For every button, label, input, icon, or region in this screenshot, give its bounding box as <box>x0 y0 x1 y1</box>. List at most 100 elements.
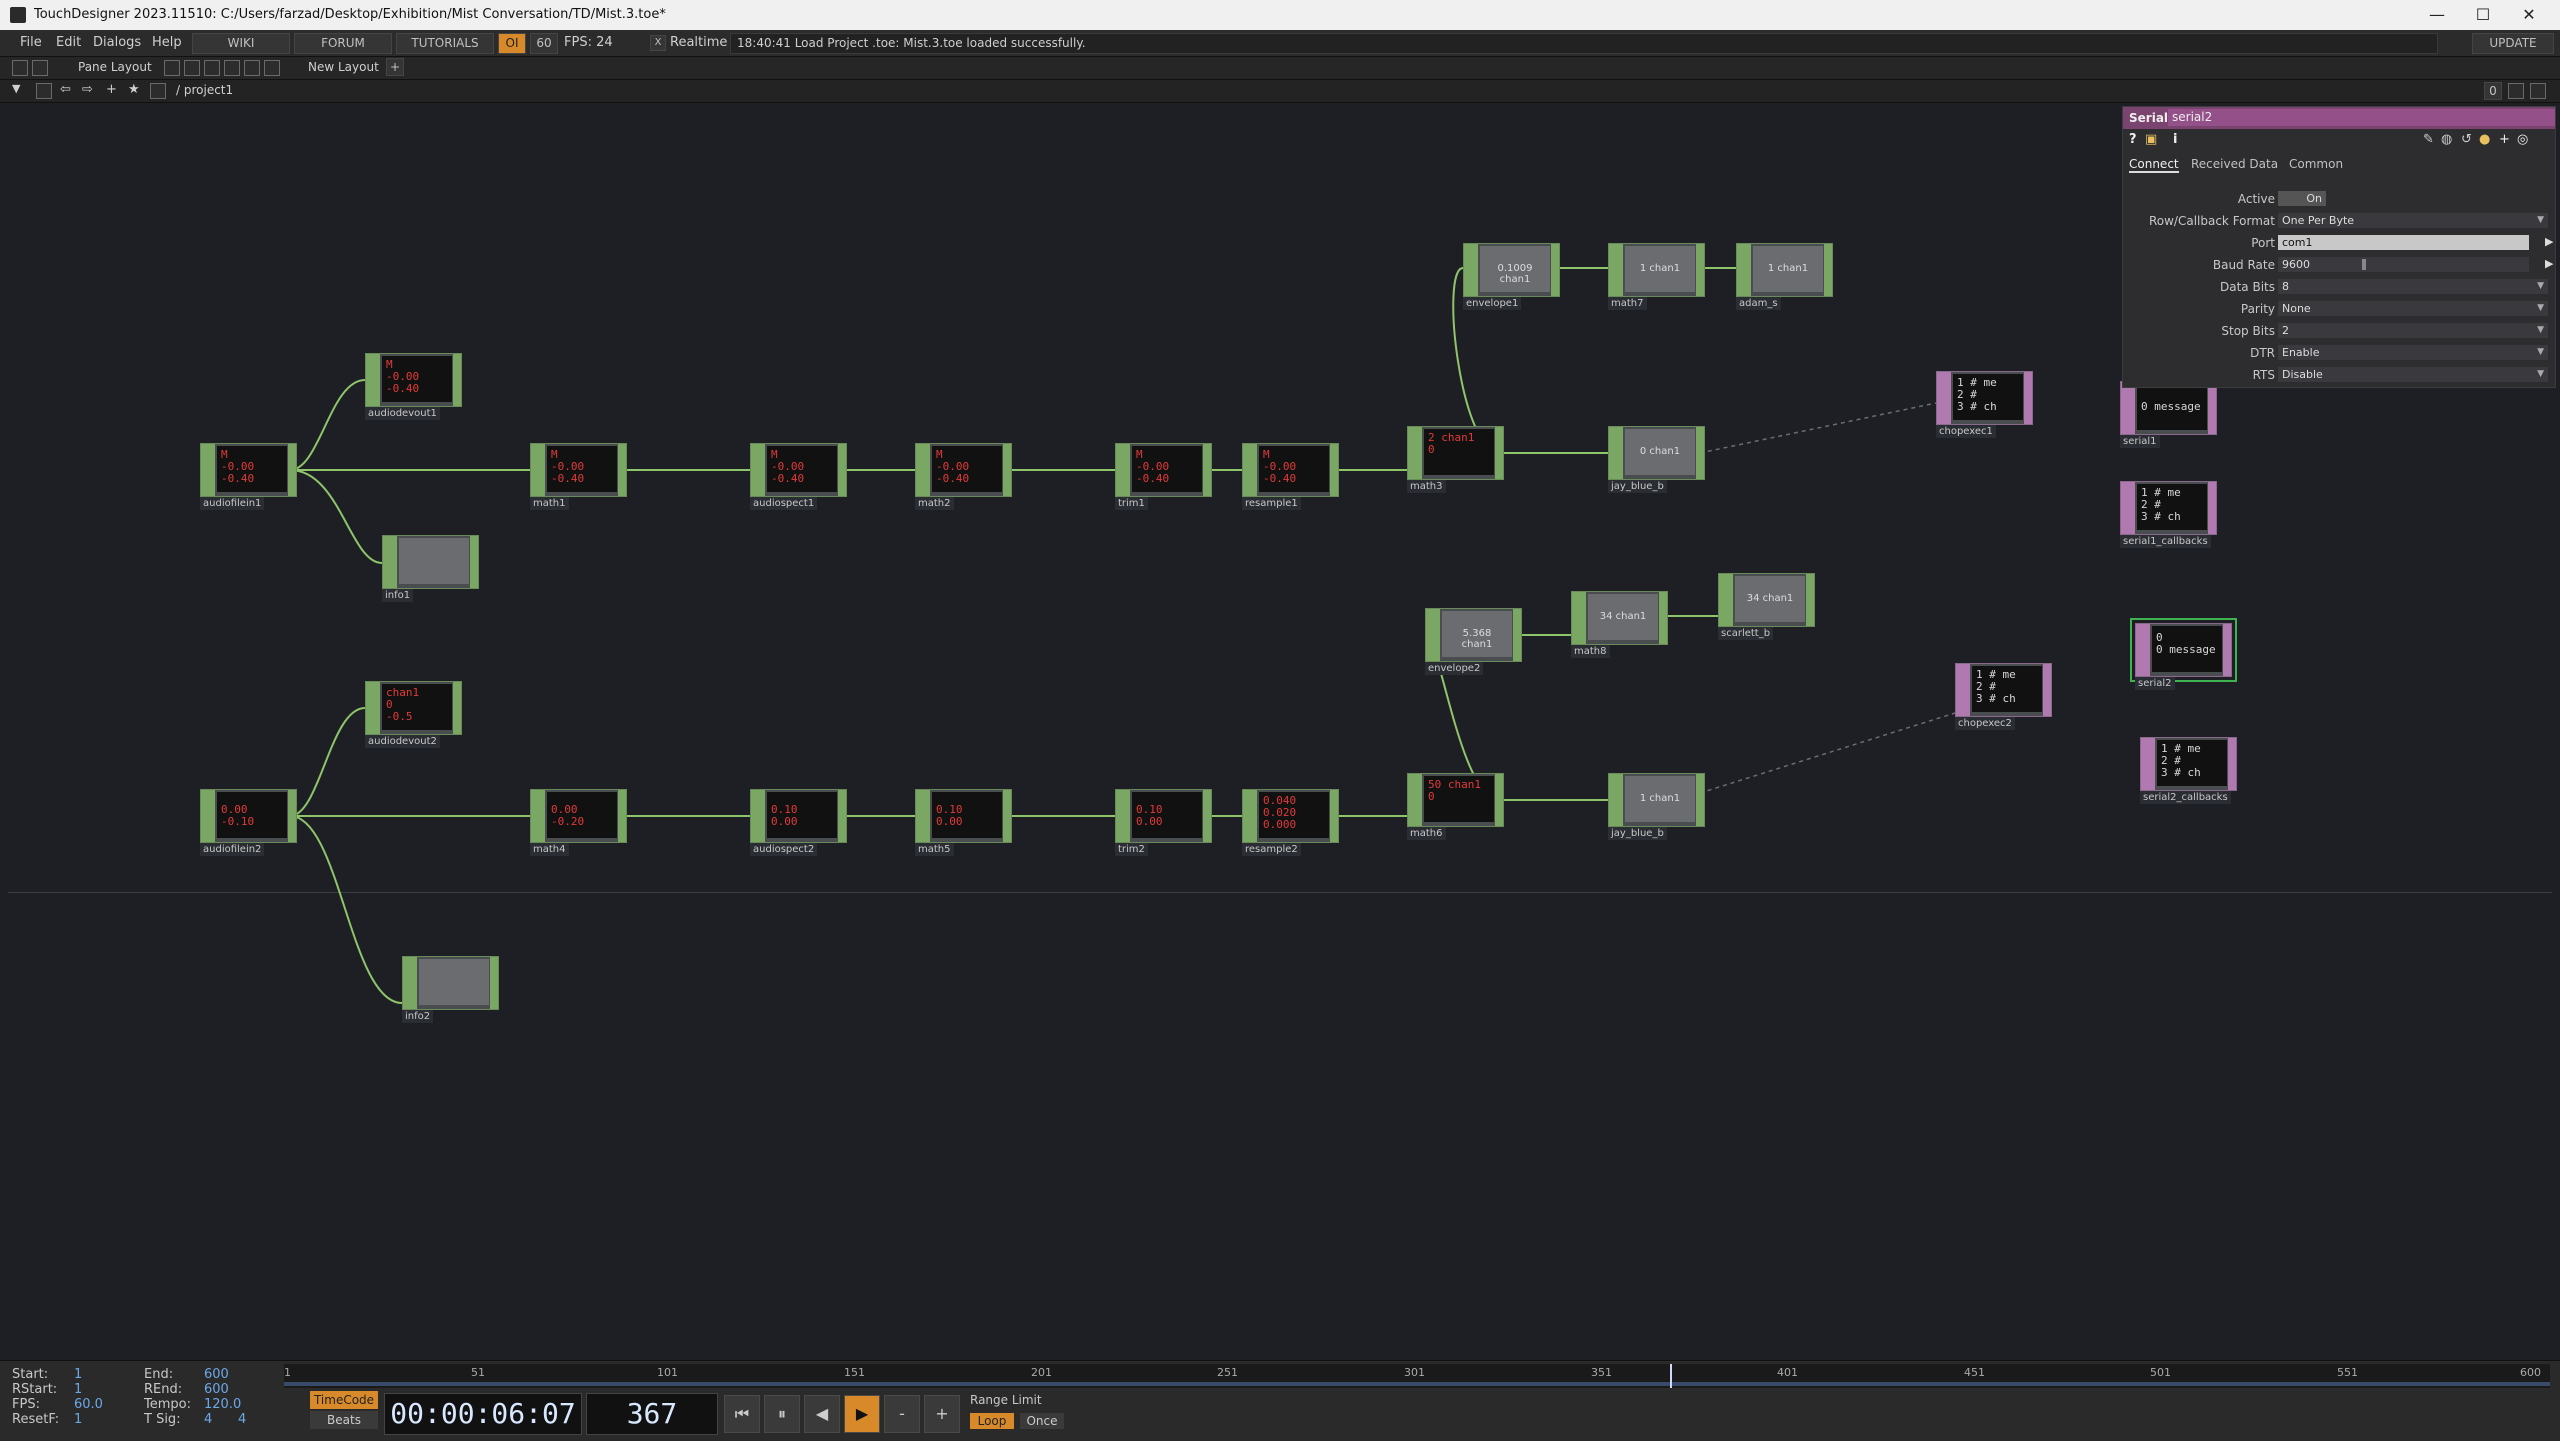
parent-icon[interactable] <box>150 83 166 99</box>
new-layout-button[interactable]: New Layout <box>308 60 379 74</box>
timeline-tick: 301 <box>1404 1366 1425 1379</box>
menu-edit[interactable]: Edit <box>56 35 81 50</box>
realtime-checkbox[interactable]: X <box>650 35 666 51</box>
layout-lock-icon[interactable] <box>32 60 48 76</box>
menu-help[interactable]: Help <box>152 35 182 50</box>
frame-display[interactable]: 367 <box>586 1393 718 1435</box>
baud-slider-handle[interactable] <box>2362 259 2366 270</box>
param-label: Row/Callback Format <box>2148 214 2275 228</box>
comment-icon[interactable]: ◍ <box>2441 132 2452 147</box>
layout-grid-icon[interactable] <box>264 60 280 76</box>
pane-expand-icon[interactable] <box>2530 83 2546 99</box>
parity-menu[interactable]: None ▼ <box>2278 301 2548 316</box>
timecode-button[interactable]: TimeCode <box>310 1391 378 1409</box>
minimize-button[interactable]: — <box>2414 3 2460 27</box>
fps-value[interactable]: 60.0 <box>74 1397 103 1412</box>
timeline-range <box>284 1382 2550 1386</box>
back-icon[interactable]: ⇦ <box>60 82 71 97</box>
play-button[interactable]: ▶ <box>844 1395 880 1433</box>
help-icon[interactable]: ? <box>2129 132 2137 147</box>
node-viewer-text: 5.368 chan1 <box>1461 628 1493 650</box>
tempo-value[interactable]: 120.0 <box>204 1397 241 1412</box>
layout-split-h-icon[interactable] <box>204 60 220 76</box>
color-icon[interactable]: ● <box>2479 132 2490 147</box>
star-icon[interactable]: ★ <box>128 82 140 97</box>
node-label: serial2 <box>2135 677 2175 690</box>
step-plus-button[interactable]: + <box>924 1395 960 1433</box>
pane-maximize-icon[interactable] <box>2508 83 2524 99</box>
tutorials-button[interactable]: TUTORIALS <box>396 33 494 54</box>
update-button[interactable]: UPDATE <box>2472 33 2554 54</box>
data-bits-menu[interactable]: 8 ▼ <box>2278 279 2548 294</box>
baud-arrow-icon[interactable]: ▶ <box>2545 257 2553 270</box>
dtr-menu[interactable]: Enable ▼ <box>2278 345 2548 360</box>
node-label: resample2 <box>1242 843 1301 856</box>
home-icon[interactable]: + <box>106 82 117 97</box>
node-label: info2 <box>402 1010 434 1023</box>
node-label: adam_s <box>1736 297 1781 310</box>
rstart-value[interactable]: 1 <box>74 1382 82 1397</box>
node-viewer-text: 0.10 0.00 <box>771 803 798 828</box>
maximize-button[interactable]: ☐ <box>2460 3 2506 27</box>
edit-icon[interactable]: ✎ <box>2423 132 2434 147</box>
timeline-ruler[interactable]: 1 51 101 151 201 251 301 351 401 451 501 551 600 <box>284 1364 2550 1388</box>
reset-icon[interactable]: ↺ <box>2461 132 2472 147</box>
python-help-icon[interactable]: ▣ <box>2145 132 2157 147</box>
start-value[interactable]: 1 <box>74 1367 82 1382</box>
node-viewer-text: 0 chan1 <box>1639 446 1681 457</box>
timeline-tick: 151 <box>844 1366 865 1379</box>
timecode-display[interactable]: 00:00:06:07 <box>384 1393 582 1435</box>
beats-button[interactable]: Beats <box>310 1411 378 1429</box>
stop-icon[interactable] <box>36 83 52 99</box>
pane-menu-icon[interactable]: ▼ <box>12 82 20 95</box>
pause-button[interactable]: ⏸ <box>764 1395 800 1433</box>
end-value[interactable]: 600 <box>204 1367 229 1382</box>
add-param-icon[interactable]: + <box>2499 132 2510 147</box>
layout-split-v-icon[interactable] <box>184 60 200 76</box>
forward-icon[interactable]: ⇨ <box>82 82 93 97</box>
baud-field[interactable]: 9600 <box>2278 257 2529 272</box>
info-icon[interactable]: i <box>2173 132 2177 147</box>
node-label: chopexec1 <box>1936 425 1996 438</box>
port-arrow-icon[interactable]: ▶ <box>2545 235 2553 248</box>
port-field[interactable]: com1 <box>2278 235 2529 250</box>
active-toggle[interactable]: On <box>2278 191 2326 206</box>
node-label: trim2 <box>1115 843 1148 856</box>
network-path[interactable]: / project1 <box>176 83 233 97</box>
once-button[interactable]: Once <box>1020 1413 1064 1429</box>
rend-value[interactable]: 600 <box>204 1382 229 1397</box>
tsig-numerator[interactable]: 4 <box>204 1412 212 1427</box>
loop-button[interactable]: Loop <box>970 1413 1014 1429</box>
forum-button[interactable]: FORUM <box>294 33 392 54</box>
layout-triple-icon[interactable] <box>224 60 240 76</box>
timeline-playhead[interactable] <box>1670 1364 1672 1388</box>
add-layout-button[interactable]: + <box>386 58 404 76</box>
rts-menu[interactable]: Disable ▼ <box>2278 367 2548 382</box>
step-back-button[interactable]: ◀ <box>804 1395 840 1433</box>
layout-quad-icon[interactable] <box>244 60 260 76</box>
menu-dialogs[interactable]: Dialogs <box>93 35 141 50</box>
rewind-button[interactable]: ⏮ <box>724 1395 760 1433</box>
tsig-denominator[interactable]: 4 <box>238 1412 246 1427</box>
oi-button[interactable]: OI <box>498 33 526 54</box>
pane-layout-label: Pane Layout <box>78 60 152 74</box>
menu-file[interactable]: File <box>20 35 42 50</box>
settings-icon[interactable]: ◎ <box>2517 132 2528 147</box>
layout-single-icon[interactable] <box>164 60 180 76</box>
node-label: serial1 <box>2120 435 2160 448</box>
close-button[interactable]: ✕ <box>2506 3 2552 27</box>
operator-name-field[interactable]: serial2 <box>2168 109 2555 126</box>
timeline-tick: 1 <box>284 1366 291 1379</box>
layout-icon[interactable] <box>12 60 28 76</box>
menu-value: Enable <box>2282 346 2320 359</box>
tab-common[interactable]: Common <box>2289 157 2343 171</box>
app-icon <box>10 7 26 23</box>
resetf-value[interactable]: 1 <box>74 1412 82 1427</box>
step-minus-button[interactable]: - <box>884 1395 920 1433</box>
tab-received-data[interactable]: Received Data <box>2191 157 2278 171</box>
row-format-menu[interactable]: One Per Byte ▼ <box>2278 213 2548 228</box>
wiki-button[interactable]: WIKI <box>192 33 290 54</box>
stop-bits-menu[interactable]: 2 ▼ <box>2278 323 2548 338</box>
export-link <box>1699 402 1937 454</box>
tab-connect[interactable]: Connect <box>2129 157 2179 173</box>
